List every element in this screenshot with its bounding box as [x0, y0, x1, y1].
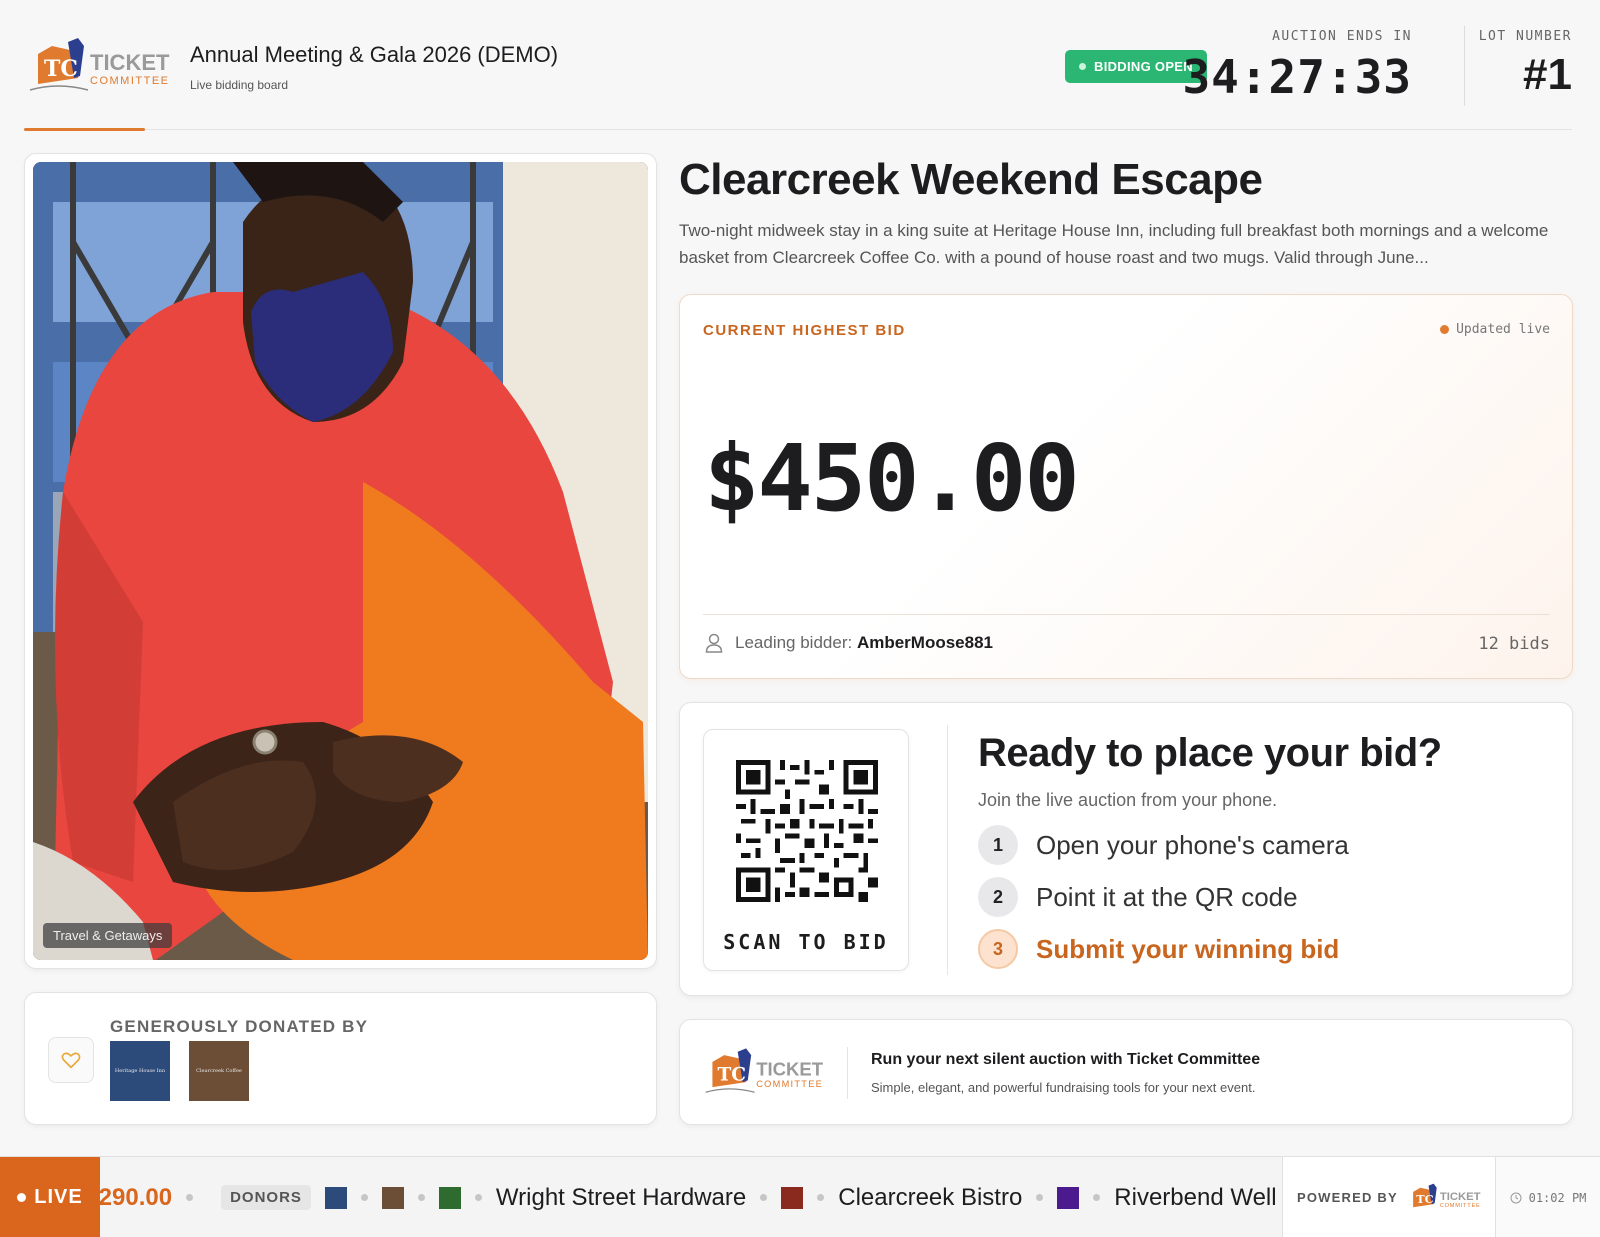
promo-subtitle: Simple, elegant, and powerful fundraisin… — [871, 1080, 1256, 1095]
qr-code-box[interactable]: SCAN TO BID — [703, 729, 909, 971]
promo-card[interactable]: TC TICKET COMMITTEE Run your next silent… — [679, 1019, 1573, 1125]
clock-time: 01:02 PM — [1528, 1190, 1587, 1205]
status-label: BIDDING OPEN — [1094, 59, 1193, 74]
leading-bidder-label: Leading bidder: — [735, 633, 853, 652]
event-subtitle: Live bidding board — [190, 78, 289, 92]
user-icon — [705, 633, 723, 653]
category-badge: Travel & Getaways — [43, 923, 173, 948]
cta-subtitle: Join the live auction from your phone. — [978, 790, 1278, 810]
ticker-separator — [1093, 1194, 1101, 1201]
live-dot-icon — [1440, 325, 1450, 334]
donated-by-card: GENEROUSLY DONATED BY Heritage House Inn… — [24, 992, 657, 1125]
ticket-committee-logo: TC TICKET COMMITTEE — [1412, 1183, 1481, 1209]
svg-text:TC: TC — [44, 56, 78, 82]
step-number: 1 — [978, 825, 1018, 865]
donor-swatch — [324, 1186, 347, 1209]
header-divider — [1464, 26, 1465, 106]
event-title: Annual Meeting & Gala 2026 (DEMO) — [190, 42, 559, 67]
logo-subtext: COMMITTEE — [90, 75, 170, 87]
clock: 01:02 PM — [1496, 1157, 1600, 1237]
lot-number: #1 — [1523, 50, 1572, 99]
donor-logo-heritage-house-inn[interactable]: Heritage House Inn — [110, 1041, 170, 1101]
leading-bidder-row: Leading bidder: AmberMoose881 — [705, 633, 993, 653]
current-bid-label: CURRENT HIGHEST BID — [703, 322, 906, 339]
updated-live-label: Updated live — [1456, 322, 1550, 337]
ticker-separator — [360, 1194, 368, 1201]
step-number: 3 — [978, 929, 1018, 969]
ticker-separator — [760, 1194, 768, 1201]
item-photo-card: Travel & Getaways — [24, 153, 657, 969]
donor-swatch — [781, 1186, 804, 1209]
cta-title: Ready to place your bid? — [978, 731, 1442, 775]
logo-subtext: COMMITTEE — [1440, 1203, 1481, 1209]
logo-text: TICKET — [90, 50, 170, 75]
auction-ends-label: AUCTION ENDS IN — [1272, 29, 1412, 44]
svg-text:TC: TC — [1416, 1192, 1433, 1206]
promo-title: Run your next silent auction with Ticket… — [871, 1051, 1261, 1068]
clock-icon — [1510, 1192, 1522, 1203]
item-photo[interactable]: Travel & Getaways — [33, 162, 648, 960]
step-number: 2 — [978, 877, 1018, 917]
ticker-track: ,290.00 DONORS Wright Street Hardware Cl… — [100, 1157, 1282, 1237]
ticker-donor-name: Clearcreek Bistro — [838, 1183, 1023, 1211]
powered-by[interactable]: POWERED BY TC TICKET COMMITTEE — [1282, 1157, 1496, 1237]
countdown-timer: 34:27:33 — [1182, 50, 1412, 104]
donor-swatch — [438, 1186, 461, 1209]
ticker-separator — [417, 1194, 425, 1201]
ticker-separator — [1036, 1194, 1044, 1201]
live-ticker: LIVE ,290.00 DONORS Wright Street Hardwa… — [0, 1156, 1600, 1237]
donated-by-label: GENEROUSLY DONATED BY — [110, 1017, 369, 1036]
favorite-button[interactable] — [48, 1037, 94, 1083]
step-3: 3 Submit your winning bid — [978, 929, 1339, 969]
header: TC TICKET COMMITTEE Annual Meeting & Gal… — [24, 0, 1572, 131]
step-text: Open your phone's camera — [1036, 829, 1349, 860]
donor-swatch — [381, 1186, 404, 1209]
ticker-amount: ,290.00 — [100, 1183, 173, 1211]
svg-text:TC: TC — [717, 1064, 746, 1085]
ticker-donor-name: Riverbend Well — [1114, 1183, 1277, 1211]
donor-swatch — [1057, 1186, 1080, 1209]
updated-live-indicator: Updated live — [1440, 322, 1550, 337]
cta-divider — [947, 725, 948, 975]
bid-instructions-card: SCAN TO BID Ready to place your bid? Joi… — [679, 702, 1573, 996]
live-indicator: LIVE — [0, 1157, 100, 1237]
header-accent-line — [24, 128, 145, 131]
step-text: Point it at the QR code — [1036, 881, 1298, 912]
item-description: Two-night midweek stay in a king suite a… — [679, 221, 1549, 267]
ticker-separator — [817, 1194, 825, 1201]
promo-divider — [847, 1047, 848, 1099]
step-1: 1 Open your phone's camera — [978, 825, 1349, 865]
ticket-committee-logo: TC TICKET COMMITTEE — [704, 1046, 832, 1098]
logo-subtext: COMMITTEE — [756, 1079, 823, 1089]
ticker-separator — [186, 1194, 194, 1201]
donor-logo-clearcreek-coffee[interactable]: Clearcreek Coffee — [189, 1041, 249, 1101]
live-dot-icon — [17, 1193, 27, 1202]
status-dot-icon — [1079, 63, 1087, 70]
current-bid-amount: $450.00 — [704, 425, 1080, 532]
lot-number-label: LOT NUMBER — [1478, 29, 1572, 44]
logo-text: TICKET — [756, 1058, 824, 1079]
powered-by-label: POWERED BY — [1297, 1190, 1398, 1205]
bid-count: 12 bids — [1478, 634, 1550, 654]
scan-to-bid-label: SCAN TO BID — [723, 930, 889, 954]
ticket-committee-logo[interactable]: TC TICKET COMMITTEE — [28, 36, 180, 96]
item-title: Clearcreek Weekend Escape — [679, 155, 1263, 204]
ticker-donor-name: Wright Street Hardware — [495, 1183, 747, 1211]
ticker-content: ,290.00 DONORS Wright Street Hardware Cl… — [100, 1157, 1277, 1237]
step-2: 2 Point it at the QR code — [978, 877, 1298, 917]
leading-bidder-name: AmberMoose881 — [856, 633, 994, 652]
live-label: LIVE — [34, 1186, 83, 1208]
qr-code-icon — [736, 760, 878, 902]
bid-divider — [703, 614, 1550, 615]
logo-text: TICKET — [1440, 1191, 1481, 1203]
ticker-separator — [474, 1194, 482, 1201]
heart-icon — [61, 1052, 81, 1069]
current-bid-card: CURRENT HIGHEST BID Updated live $450.00… — [679, 294, 1573, 679]
step-text: Submit your winning bid — [1036, 933, 1340, 964]
ticker-donors-label: DONORS — [221, 1185, 311, 1210]
